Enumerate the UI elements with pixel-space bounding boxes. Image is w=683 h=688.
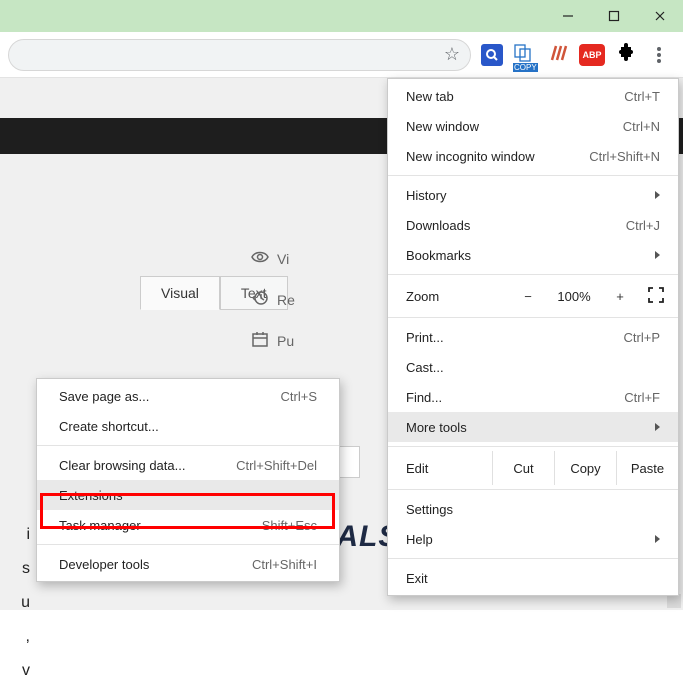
eye-icon xyxy=(251,248,269,269)
window-minimize-button[interactable] xyxy=(545,0,591,32)
visibility-label: Vi xyxy=(277,251,289,267)
zoom-in-button[interactable]: + xyxy=(602,289,638,304)
menu-separator xyxy=(37,544,339,545)
revisions-label: Re xyxy=(277,292,295,308)
menu-separator xyxy=(37,445,339,446)
edit-cut-button[interactable]: Cut xyxy=(492,451,554,485)
fullscreen-button[interactable] xyxy=(638,286,674,307)
omnibox[interactable]: ☆ xyxy=(8,39,471,71)
chrome-menu-button[interactable] xyxy=(643,39,675,71)
menu-print[interactable]: Print...Ctrl+P xyxy=(388,322,678,352)
menu-exit[interactable]: Exit xyxy=(388,563,678,593)
chevron-right-icon xyxy=(655,423,660,431)
submenu-save-page[interactable]: Save page as...Ctrl+S xyxy=(37,381,339,411)
extensions-puzzle-icon[interactable] xyxy=(615,43,635,66)
copy-extension-icon[interactable]: COPY xyxy=(513,43,539,66)
more-tools-submenu: Save page as...Ctrl+S Create shortcut...… xyxy=(36,378,340,582)
edit-label: Edit xyxy=(388,461,492,476)
menu-zoom-row: Zoom − 100% + xyxy=(388,279,678,313)
menu-downloads[interactable]: DownloadsCtrl+J xyxy=(388,210,678,240)
submenu-extensions[interactable]: Extensions xyxy=(37,480,339,510)
menu-separator xyxy=(388,175,678,176)
search-extension-icon[interactable] xyxy=(481,44,503,66)
menu-separator xyxy=(388,558,678,559)
published-label: Pu xyxy=(277,333,294,349)
chevron-right-icon xyxy=(655,251,660,259)
chevron-right-icon xyxy=(655,535,660,543)
menu-bookmarks[interactable]: Bookmarks xyxy=(388,240,678,270)
submenu-task-manager[interactable]: Task managerShift+Esc xyxy=(37,510,339,540)
revisions-icon xyxy=(251,289,269,310)
browser-toolbar: ☆ COPY ABP xyxy=(0,32,683,78)
edit-paste-button[interactable]: Paste xyxy=(616,451,678,485)
page-body-fragment: isu,v xyxy=(0,518,30,688)
adblock-extension-icon[interactable]: ABP xyxy=(579,44,605,66)
extension-icons-area: COPY ABP xyxy=(481,43,635,66)
zoom-out-button[interactable]: − xyxy=(510,289,546,304)
edit-copy-button[interactable]: Copy xyxy=(554,451,616,485)
window-close-button[interactable] xyxy=(637,0,683,32)
menu-history[interactable]: History xyxy=(388,180,678,210)
window-maximize-button[interactable] xyxy=(591,0,637,32)
menu-cast[interactable]: Cast... xyxy=(388,352,678,382)
window-titlebar xyxy=(0,0,683,32)
scrollbar-corner xyxy=(667,594,681,608)
calendar-icon xyxy=(251,330,269,351)
zoom-value: 100% xyxy=(546,289,602,304)
chevron-right-icon xyxy=(655,191,660,199)
menu-separator xyxy=(388,489,678,490)
menu-edit-row: Edit Cut Copy Paste xyxy=(388,451,678,485)
submenu-create-shortcut[interactable]: Create shortcut... xyxy=(37,411,339,441)
submenu-developer-tools[interactable]: Developer toolsCtrl+Shift+I xyxy=(37,549,339,579)
tab-visual[interactable]: Visual xyxy=(140,276,220,310)
menu-find[interactable]: Find...Ctrl+F xyxy=(388,382,678,412)
menu-help[interactable]: Help xyxy=(388,524,678,554)
menu-more-tools[interactable]: More tools xyxy=(388,412,678,442)
menu-settings[interactable]: Settings xyxy=(388,494,678,524)
bookmark-star-icon[interactable]: ☆ xyxy=(444,44,460,65)
menu-new-incognito[interactable]: New incognito windowCtrl+Shift+N xyxy=(388,141,678,171)
publish-box: Vi Re Pu xyxy=(251,248,361,351)
menu-separator xyxy=(388,446,678,447)
chrome-main-menu: New tabCtrl+T New windowCtrl+N New incog… xyxy=(387,78,679,596)
menu-new-window[interactable]: New windowCtrl+N xyxy=(388,111,678,141)
menu-separator xyxy=(388,317,678,318)
submenu-clear-data[interactable]: Clear browsing data...Ctrl+Shift+Del xyxy=(37,450,339,480)
stripes-extension-icon[interactable] xyxy=(549,43,569,66)
zoom-label: Zoom xyxy=(406,289,510,304)
menu-new-tab[interactable]: New tabCtrl+T xyxy=(388,81,678,111)
menu-separator xyxy=(388,274,678,275)
